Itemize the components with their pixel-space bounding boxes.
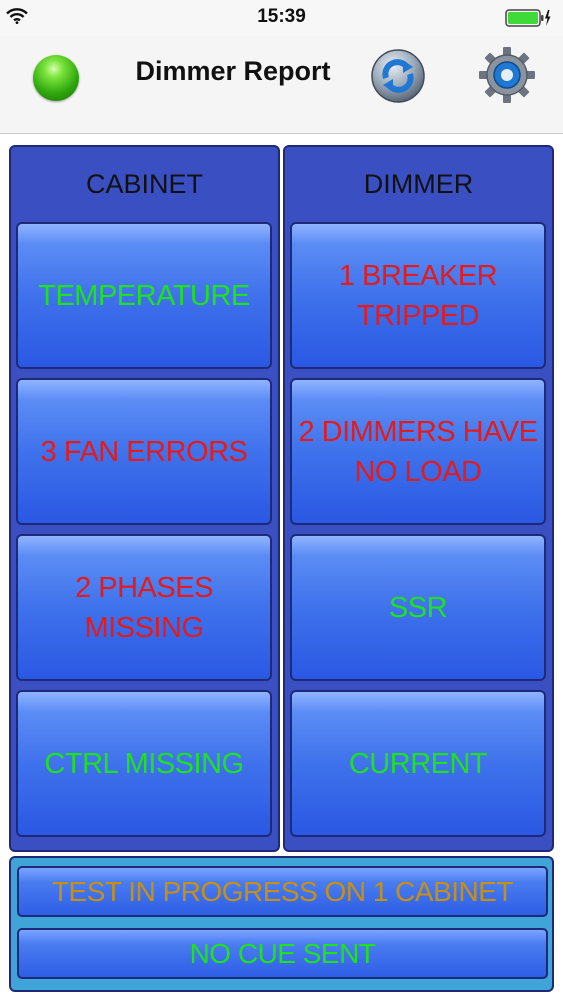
page-title: Dimmer Report [135,56,331,86]
status-bar: 15:39 [0,0,563,36]
tile-label: 2 PHASES [75,571,213,604]
tile-label: 1 BREAKER [338,259,498,292]
refresh-button[interactable] [370,48,426,104]
status-panel: TEST IN PROGRESS ON 1 CABINET NO CUE SEN… [9,856,554,992]
clock: 15:39 [257,6,306,27]
dimmer-current-tile[interactable]: CURRENT [290,690,546,837]
dimmer-breaker-tile[interactable]: 1 BREAKER TRIPPED [290,222,546,369]
tile-label: 2 DIMMERS HAVE [298,415,538,448]
tile-label: CTRL MISSING [44,747,244,780]
cue-status[interactable]: NO CUE SENT [17,928,548,979]
cabinet-header: CABINET [85,169,204,199]
tile-label: SSR [388,591,448,624]
battery-charging-icon [505,9,551,27]
tile-label: NO LOAD [354,455,482,488]
cabinet-phases-missing-tile[interactable]: 2 PHASES MISSING [16,534,272,681]
dimmer-ssr-tile[interactable]: SSR [290,534,546,681]
tile-label: CURRENT [348,747,488,780]
test-progress-status[interactable]: TEST IN PROGRESS ON 1 CABINET [17,866,548,917]
tile-label: MISSING [84,611,204,644]
tile-label: 3 FAN ERRORS [40,435,248,468]
dimmer-header: DIMMER [363,169,474,199]
tile-label: TEMPERATURE [38,279,250,312]
cabinet-fan-errors-tile[interactable]: 3 FAN ERRORS [16,378,272,525]
dimmer-panel: DIMMER 1 BREAKER TRIPPED 2 DIMMERS HAVE … [283,145,554,852]
settings-gear-icon[interactable] [478,46,536,104]
cabinet-temperature-tile[interactable]: TEMPERATURE [16,222,272,369]
status-led-icon [33,55,79,101]
nav-bar: Dimmer Report [0,36,563,134]
cabinet-ctrl-missing-tile[interactable]: CTRL MISSING [16,690,272,837]
cabinet-panel: CABINET TEMPERATURE 3 FAN ERRORS 2 PHASE… [9,145,280,852]
dimmer-no-load-tile[interactable]: 2 DIMMERS HAVE NO LOAD [290,378,546,525]
tile-label: TRIPPED [356,299,480,332]
